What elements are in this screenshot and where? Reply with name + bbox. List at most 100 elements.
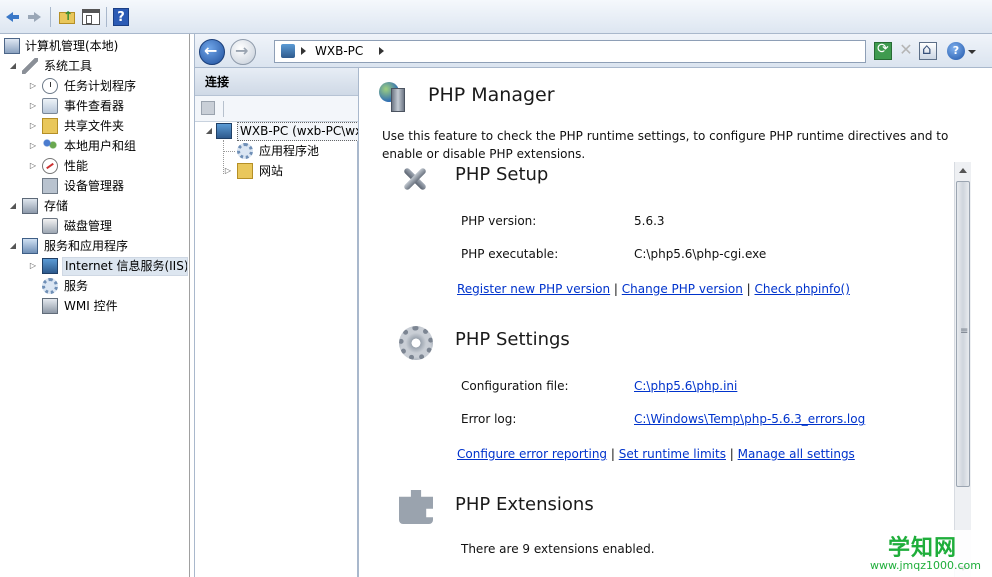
collapse-arrow-icon[interactable]: ◢ (8, 56, 18, 76)
tree-connector (223, 151, 235, 152)
scroll-up-button[interactable] (955, 162, 971, 179)
tree-label: Internet 信息服务(IIS)管 (62, 257, 188, 276)
arrow-right-icon (28, 12, 41, 22)
link-separator: | (725, 447, 738, 461)
stop-icon[interactable]: ✕ (897, 42, 915, 60)
collapse-arrow-icon[interactable]: ◢ (8, 236, 18, 256)
help-icon[interactable]: ? (947, 42, 965, 60)
create-connection-icon[interactable] (201, 101, 215, 115)
forward-button[interactable] (26, 8, 44, 26)
folder-up-icon (59, 9, 75, 24)
register-php-version-link[interactable]: Register new PHP version (457, 282, 610, 296)
back-button[interactable] (4, 8, 22, 26)
storage-icon (22, 198, 38, 214)
breadcrumb-server[interactable]: WXB-PC (315, 44, 363, 58)
expand-arrow-icon[interactable]: ▷ (28, 76, 38, 96)
expand-arrow-icon[interactable]: ▷ (28, 116, 38, 136)
help-icon: ? (113, 8, 129, 26)
iis-forward-button[interactable] (230, 39, 256, 65)
home-icon[interactable] (919, 40, 937, 60)
breadcrumb-arrow-icon[interactable] (301, 47, 306, 55)
page-title: PHP Manager (428, 84, 555, 106)
error-log-link[interactable]: C:\Windows\Temp\php-5.6.3_errors.log (634, 412, 865, 426)
services-apps-icon (22, 238, 38, 254)
tree-label: 事件查看器 (64, 99, 125, 113)
puzzle-icon (399, 490, 433, 524)
tree-label: 性能 (64, 159, 89, 173)
toolbar-separator (106, 7, 107, 27)
refresh-icon[interactable] (874, 41, 892, 60)
sites-folder-icon (237, 163, 253, 179)
config-file-link[interactable]: C:\php5.6\php.ini (634, 379, 737, 393)
address-bar[interactable]: WXB-PC (274, 40, 866, 63)
tree-label: 任务计划程序 (64, 79, 137, 93)
link-separator: | (607, 447, 619, 461)
toolbar-separator (50, 7, 51, 27)
sites-label: 网站 (259, 164, 284, 178)
php-version-value: 5.6.3 (634, 214, 665, 228)
set-runtime-limits-link[interactable]: Set runtime limits (619, 447, 726, 461)
iis-navigation-bar: WXB-PC ✕ ? (194, 34, 992, 68)
page-description: Use this feature to check the PHP runtim… (382, 129, 949, 161)
tree-label: 服务 (64, 279, 89, 293)
php-executable-label: PHP executable: (461, 247, 559, 261)
extensions-summary: There are 9 extensions enabled. (461, 542, 655, 556)
show-hide-console-tree-button[interactable] (82, 8, 100, 26)
config-file-label: Configuration file: (461, 379, 569, 393)
collapse-arrow-icon[interactable]: ◢ (204, 121, 214, 141)
server-icon (216, 123, 232, 139)
help-button[interactable]: ? (113, 8, 131, 26)
collapse-arrow-icon[interactable]: ◢ (8, 196, 18, 216)
tree-label: 本地用户和组 (64, 139, 137, 153)
configure-error-reporting-link[interactable]: Configure error reporting (457, 447, 607, 461)
tree-item-iis[interactable]: ▷ Internet 信息服务(IIS)管 (28, 256, 188, 276)
tree-label: WMI 控件 (64, 299, 118, 313)
console-tree: 计算机管理(本地) ◢ 系统工具 ▷ 任务计划程序 ▷ 事件查看器 ▷ 共享文件… (0, 34, 190, 577)
php-manager-icon (379, 82, 411, 114)
php-setup-title: PHP Setup (455, 164, 549, 185)
scroll-thumb[interactable] (956, 181, 970, 487)
php-extensions-title: PHP Extensions (455, 494, 594, 515)
watermark-url: www.jmqz1000.com (870, 559, 981, 572)
change-php-version-link[interactable]: Change PHP version (622, 282, 743, 296)
expand-arrow-icon[interactable]: ▷ (28, 256, 38, 276)
site-watermark: 学知网 www.jmqz1000.com (866, 530, 992, 577)
server-icon (391, 88, 405, 112)
users-icon (42, 138, 58, 154)
arrow-left-icon (6, 12, 19, 22)
watermark-title: 学知网 (888, 536, 958, 561)
iis-back-button[interactable] (199, 39, 225, 65)
expand-arrow-icon[interactable]: ▷ (28, 136, 38, 156)
check-phpinfo-link[interactable]: Check phpinfo() (754, 282, 849, 296)
event-viewer-icon (42, 98, 58, 114)
expand-arrow-icon[interactable]: ▷ (28, 96, 38, 116)
console-tree-icon (82, 9, 100, 25)
gear-icon (42, 278, 58, 294)
tree-label: 计算机管理(本地) (25, 39, 119, 53)
app-pool-icon (237, 143, 253, 159)
tools-icon (22, 58, 38, 74)
up-one-level-button[interactable] (58, 8, 76, 26)
breadcrumb-arrow-icon[interactable] (379, 47, 384, 55)
tools-icon (397, 162, 431, 196)
tree-label: 设备管理器 (64, 179, 125, 193)
performance-icon (42, 158, 58, 174)
connections-pane: 连接 ◢ WXB-PC (wxb-PC\wx 应用程序池 ▷ 网站 (194, 68, 366, 577)
server-node-icon (281, 44, 295, 58)
manage-all-settings-link[interactable]: Manage all settings (738, 447, 855, 461)
php-version-label: PHP version: (461, 214, 537, 228)
error-log-label: Error log: (461, 412, 517, 426)
wmi-icon (42, 298, 58, 314)
main-content: PHP Manager Use this feature to check th… (367, 68, 992, 577)
tree-label: 磁盘管理 (64, 219, 113, 233)
expand-arrow-icon[interactable]: ▷ (28, 156, 38, 176)
expand-arrow-icon[interactable]: ▷ (223, 161, 233, 181)
shared-folder-icon (42, 118, 58, 134)
vertical-scrollbar[interactable] (954, 162, 971, 577)
tree-label: 服务和应用程序 (44, 239, 129, 253)
chevron-down-icon[interactable] (968, 50, 976, 54)
disk-icon (42, 218, 58, 234)
php-manager-page: PHP Manager Use this feature to check th… (358, 68, 992, 577)
tree-label: 系统工具 (44, 59, 93, 73)
clock-icon (42, 78, 58, 94)
